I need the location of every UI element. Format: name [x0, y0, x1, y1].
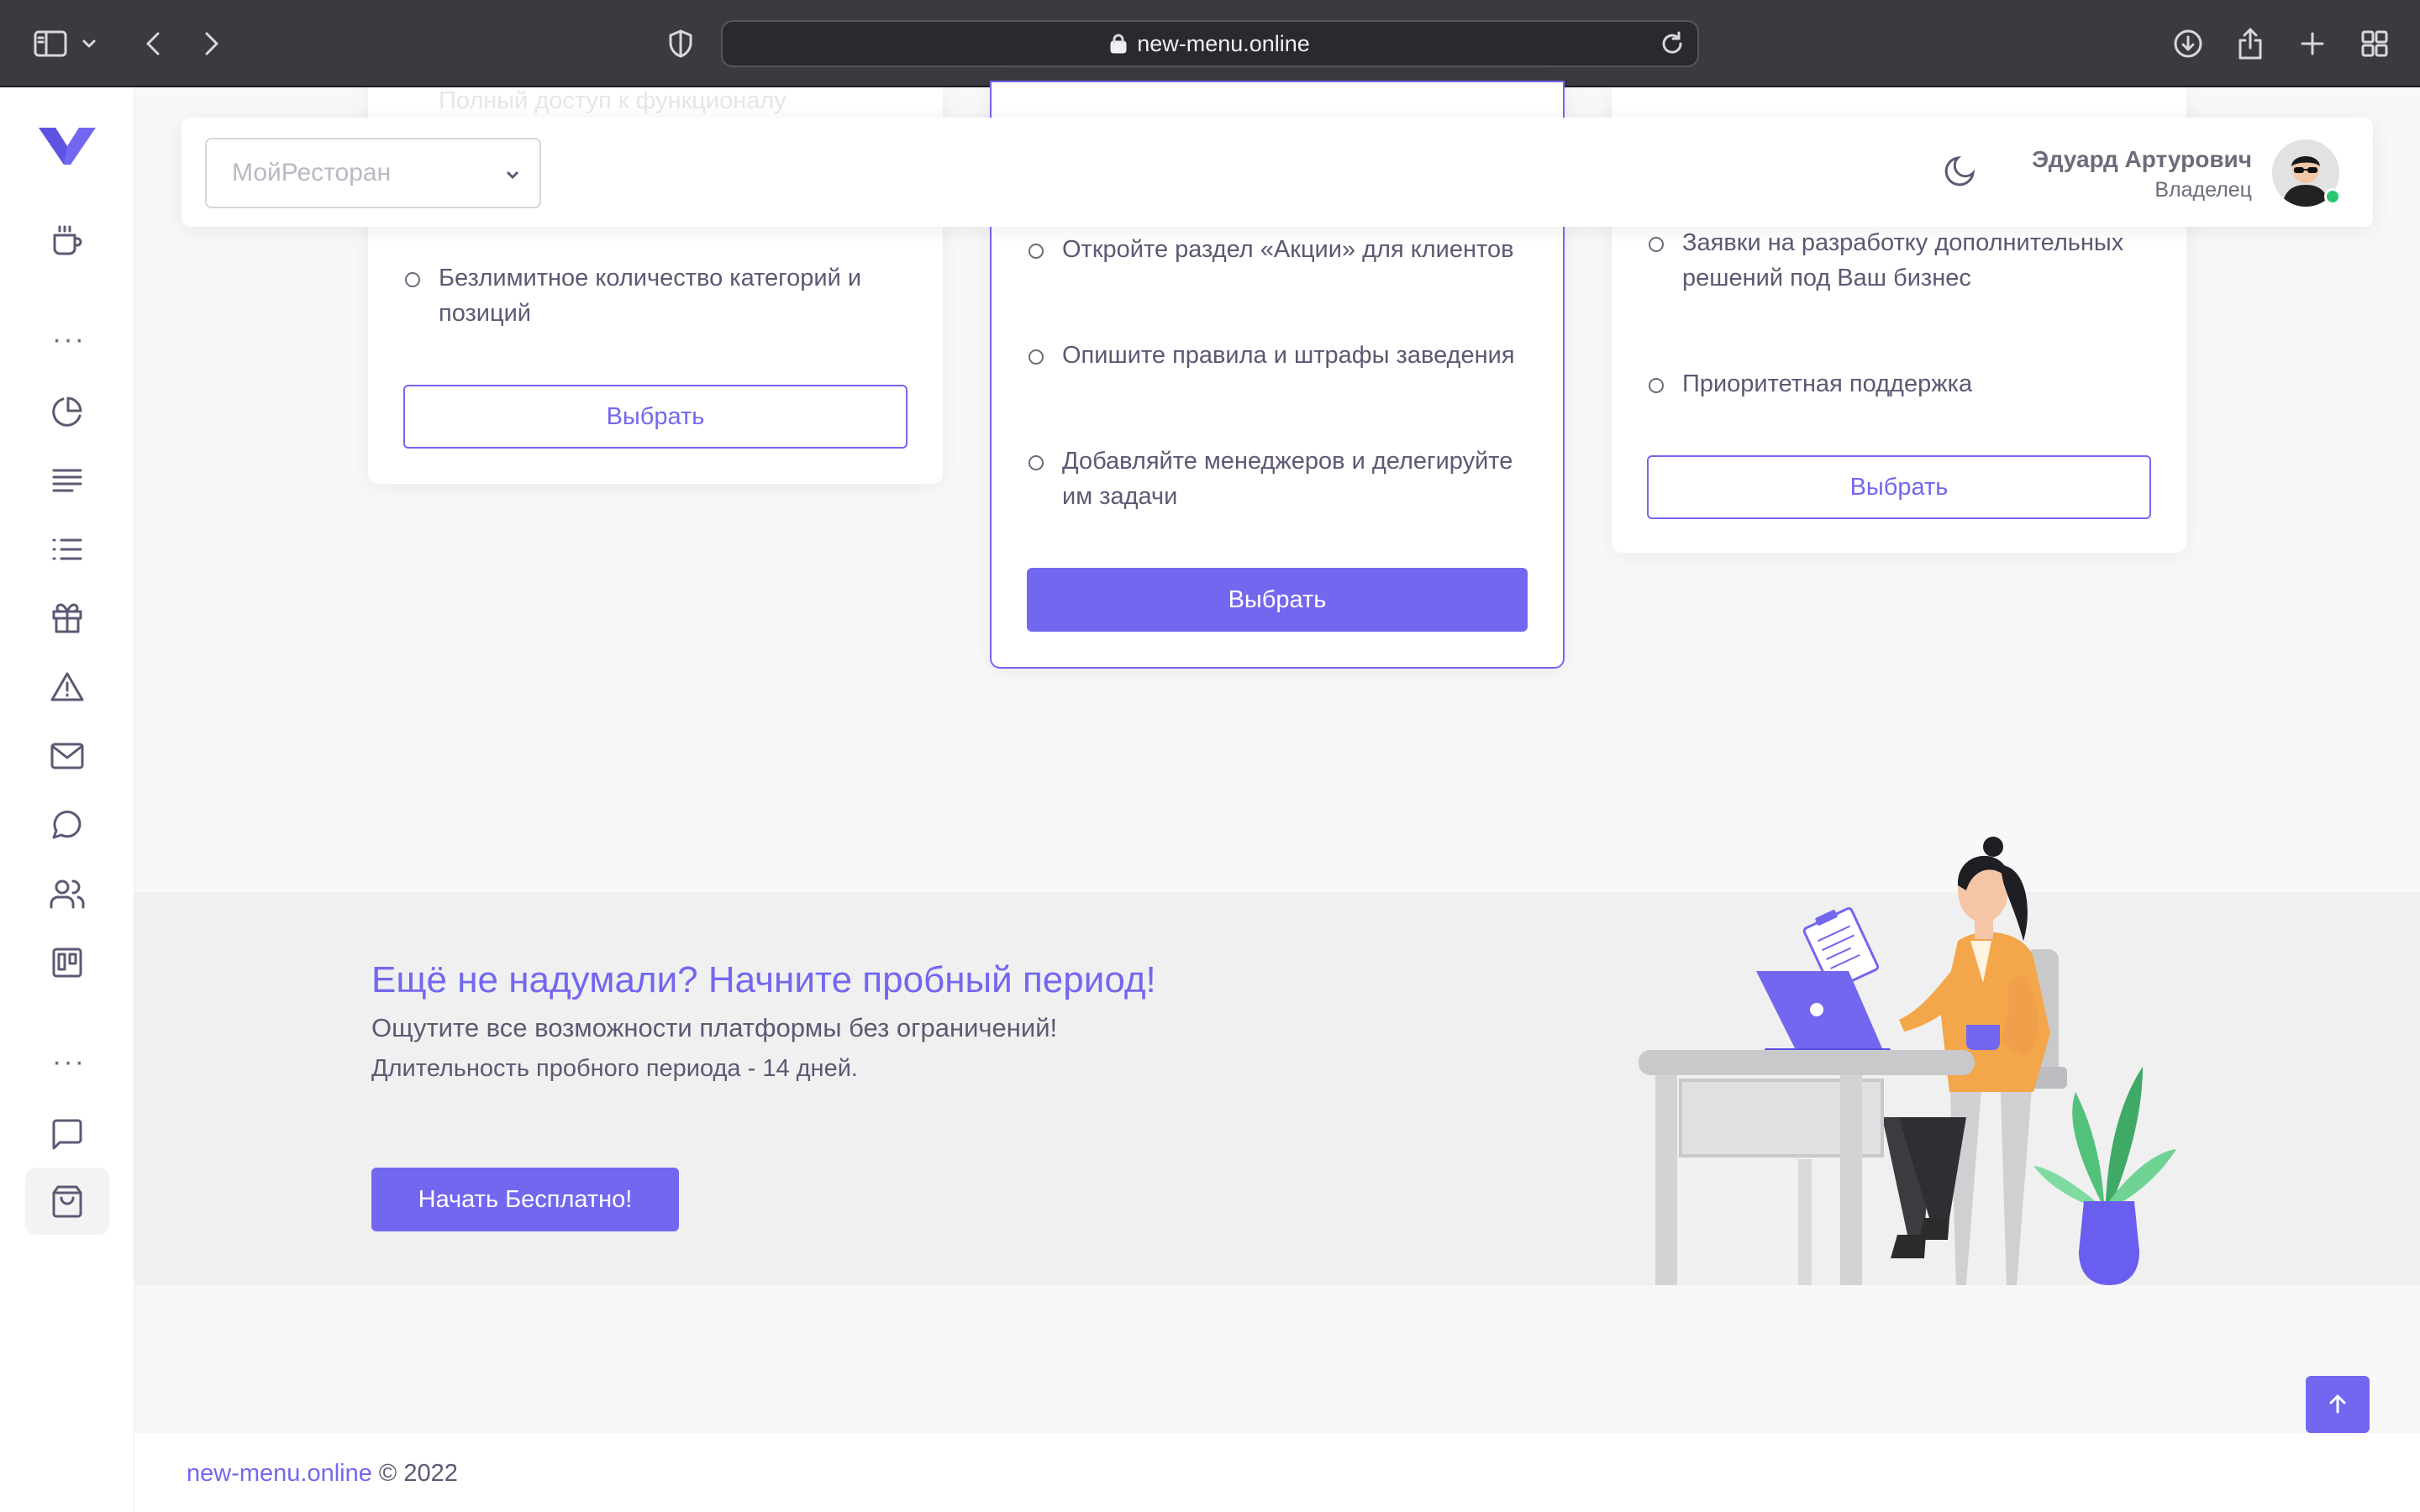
coffee-cup-icon[interactable] [25, 207, 109, 274]
users-icon[interactable] [25, 860, 109, 927]
forward-arrow-icon[interactable] [188, 20, 235, 67]
pie-chart-icon[interactable] [25, 378, 109, 445]
plan-feature: Откройте раздел «Акции» для клиентов [1028, 232, 1516, 267]
restaurant-select-value: МойРесторан [232, 159, 392, 186]
top-navbar: МойРесторан Эдуард Артурович Владелец [182, 118, 2373, 227]
faded-feature-text: Полный доступ к функционалу [439, 87, 786, 114]
online-status-badge [2324, 188, 2341, 205]
message-square-icon[interactable] [25, 1100, 109, 1168]
browser-toolbar: new-menu.online [0, 0, 2420, 87]
footer-copyright-text: © 2022 [378, 1460, 458, 1487]
choose-plan-button[interactable]: Выбрать [1647, 455, 2151, 519]
sidebar-toggle-icon[interactable] [27, 20, 74, 67]
choose-plan-button[interactable]: Выбрать [1027, 568, 1528, 632]
arrow-up-icon [2329, 1394, 2346, 1414]
lock-icon [1110, 34, 1127, 54]
plan-feature: Приоритетная поддержка [1649, 366, 2128, 402]
chevron-down-icon[interactable] [72, 20, 106, 67]
user-name[interactable]: Эдуард Артурович [2032, 146, 2252, 173]
start-free-button[interactable]: Начать Бесплатно! [371, 1168, 679, 1231]
more-dots-icon: ··· [52, 323, 86, 355]
shield-icon[interactable] [657, 20, 704, 67]
back-arrow-icon[interactable] [129, 20, 176, 67]
avatar[interactable] [2272, 139, 2341, 207]
trial-duration: Длительность пробного периода - 14 дней. [371, 1055, 858, 1082]
mail-icon[interactable] [25, 722, 109, 790]
text-align-icon[interactable] [25, 447, 109, 514]
alert-triangle-icon[interactable] [25, 654, 109, 721]
trial-subtitle: Ощутите все возможности платформы без ог… [371, 1013, 1058, 1042]
share-icon[interactable] [2227, 20, 2274, 67]
user-role: Владелец [2154, 178, 2252, 202]
message-circle-icon[interactable] [25, 791, 109, 858]
choose-plan-button[interactable]: Выбрать [403, 385, 908, 449]
footer-link[interactable]: new-menu.online [187, 1460, 372, 1487]
url-text: new-menu.online [1137, 30, 1310, 56]
gift-icon[interactable] [25, 585, 109, 652]
page-footer [134, 1433, 2420, 1512]
chevron-down-icon [502, 163, 523, 192]
plan-feature: Добавляйте менеджеров и делегируйте им з… [1028, 444, 1516, 514]
trello-icon[interactable] [25, 929, 109, 996]
woman-at-desk-illustration [1630, 815, 2202, 1285]
more-dots-icon: ··· [52, 1046, 86, 1078]
plan-feature: Безлимитное количество категорий и позиц… [405, 260, 892, 331]
new-tab-icon[interactable] [2289, 20, 2336, 67]
shopping-bag-icon[interactable] [25, 1168, 109, 1235]
list-icon[interactable] [25, 516, 109, 583]
main-sidebar: ··· ··· [0, 87, 134, 1512]
tab-overview-icon[interactable] [2351, 20, 2398, 67]
download-icon[interactable] [2165, 20, 2212, 67]
plan-feature: Опишите правила и штрафы заведения [1028, 338, 1516, 373]
plan-feature: Заявки на разработку дополнительных реше… [1649, 225, 2128, 296]
trial-title: Ещё не надумали? Начните пробный период! [371, 959, 1156, 1000]
moon-icon[interactable] [1943, 153, 1978, 192]
reload-icon[interactable] [1659, 30, 1686, 63]
footer-copyright: new-menu.online © 2022 [187, 1460, 458, 1488]
address-bar[interactable]: new-menu.online [721, 20, 1699, 67]
scroll-to-top-button[interactable] [2306, 1376, 2370, 1433]
logo-icon[interactable] [25, 113, 109, 180]
restaurant-select[interactable]: МойРесторан [205, 138, 541, 208]
